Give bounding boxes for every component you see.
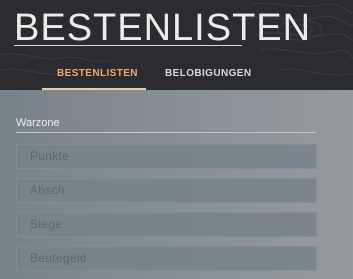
- list-item-siege[interactable]: Siege: [16, 212, 317, 237]
- section-divider: [16, 132, 316, 133]
- list-item-absch[interactable]: Absch: [16, 178, 317, 203]
- page-title: BESTENLISTEN: [14, 7, 312, 49]
- tab-belobigungen[interactable]: BELOBIGUNGEN: [165, 68, 251, 79]
- header: BESTENLISTEN BESTENLISTEN BELOBIGUNGEN: [0, 0, 353, 90]
- title-divider: [14, 45, 242, 46]
- list-item-punkte[interactable]: Punkte: [16, 144, 317, 169]
- list-item-beutegeld[interactable]: Beutegeld: [16, 246, 317, 271]
- section-label-warzone: Warzone: [16, 117, 60, 129]
- tab-bestenlisten[interactable]: BESTENLISTEN: [57, 68, 138, 79]
